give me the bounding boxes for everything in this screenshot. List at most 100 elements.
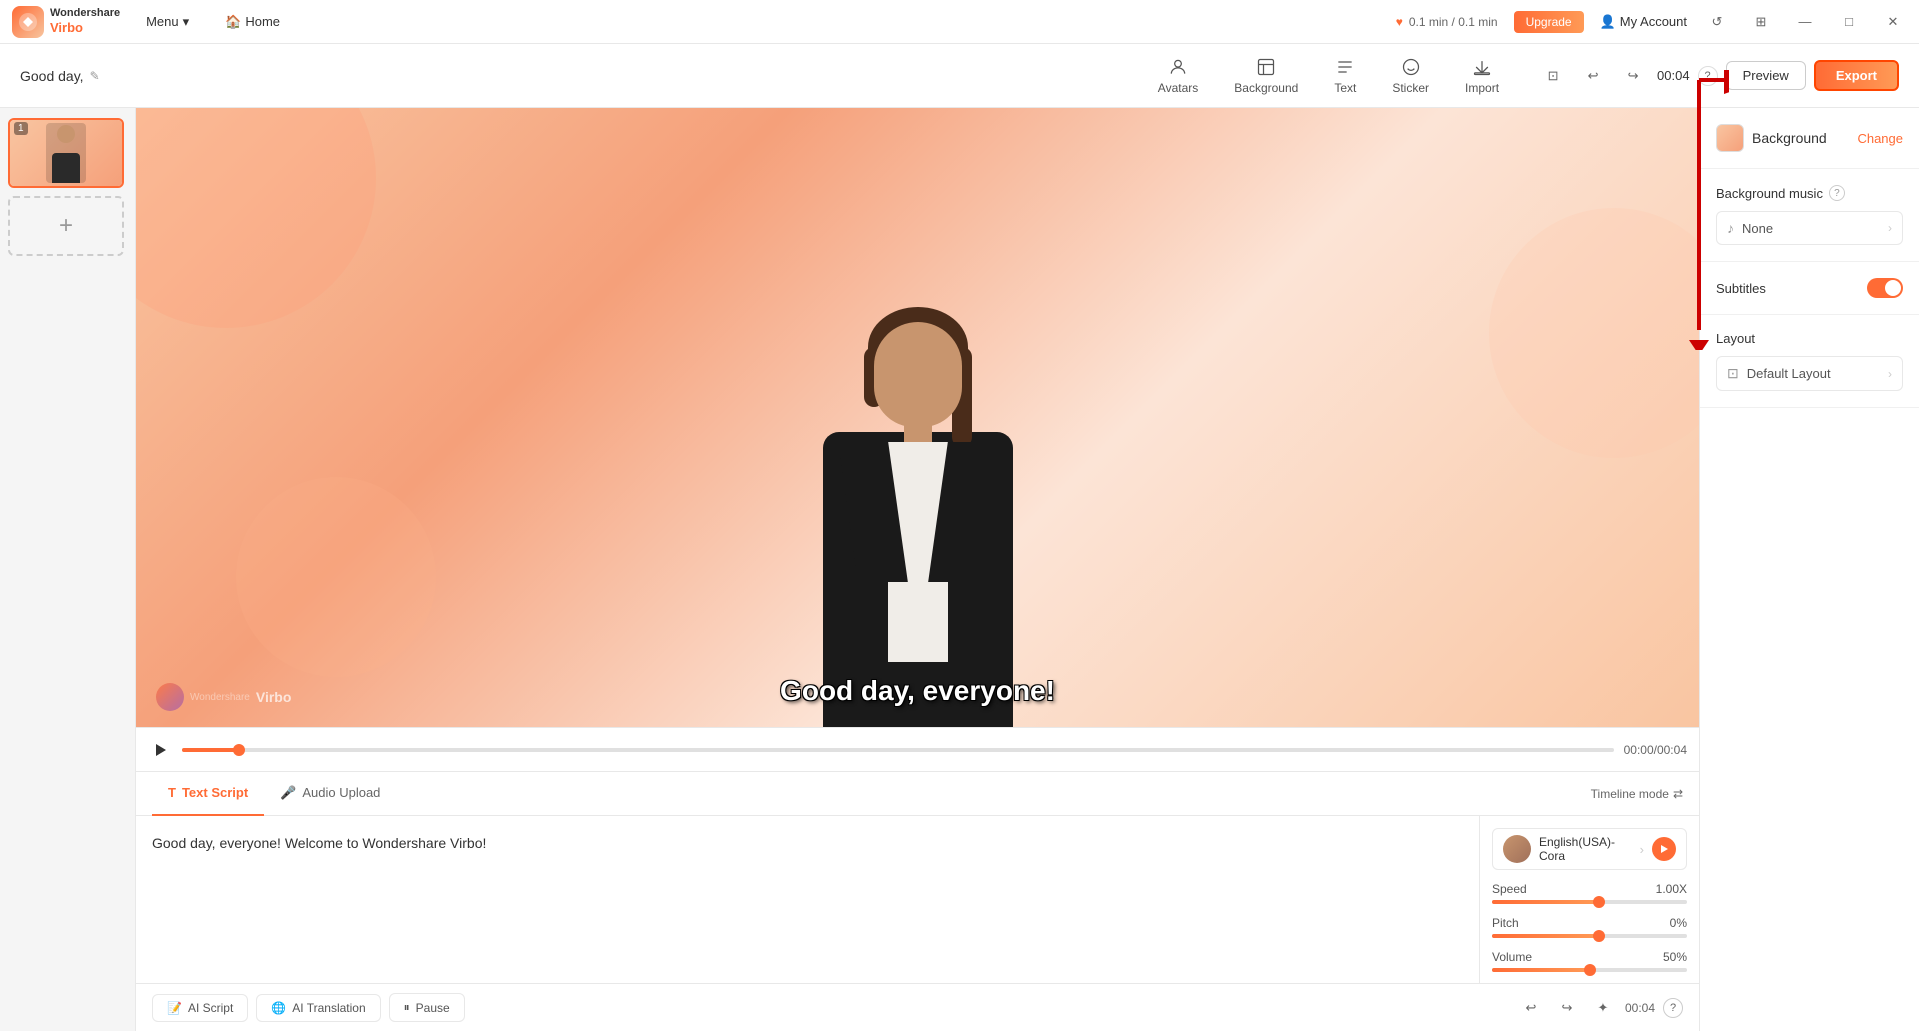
timeline-thumb[interactable] xyxy=(233,744,245,756)
avatars-button[interactable]: Avatars xyxy=(1140,51,1216,101)
undo-icon[interactable]: ↩ xyxy=(1577,60,1609,92)
text-button[interactable]: Text xyxy=(1316,51,1374,101)
right-panel: Background Change Background music ? ♪ N… xyxy=(1699,108,1919,1031)
speed-fill xyxy=(1492,900,1599,904)
top-nav: Wondershare Virbo Menu ▾ 🏠 Home ♥ 0.1 mi… xyxy=(0,0,1919,44)
bg-music-label: Background music xyxy=(1716,186,1823,201)
bottom-toolbar: 📝 AI Script 🌐 AI Translation ⏸ Pause ↩ ↪… xyxy=(136,983,1699,1031)
background-title: Background xyxy=(1752,130,1849,146)
close-icon[interactable]: ✕ xyxy=(1879,8,1907,36)
subtitles-toggle-row: Subtitles xyxy=(1716,278,1903,298)
script-help-icon[interactable]: ? xyxy=(1663,998,1683,1018)
watermark: Wondershare Virbo xyxy=(156,683,291,711)
pitch-thumb[interactable] xyxy=(1593,930,1605,942)
voice-panel: English(USA)-Cora › Speed 1.00X xyxy=(1479,816,1699,983)
tab-audio-upload[interactable]: 🎤 Audio Upload xyxy=(264,772,396,816)
watermark-text: Virbo xyxy=(256,689,292,705)
pause-button[interactable]: ⏸ Pause xyxy=(389,993,465,1022)
history-icon[interactable]: ↺ xyxy=(1703,8,1731,36)
voice-next-icon: › xyxy=(1640,842,1644,857)
home-button[interactable]: 🏠 Home xyxy=(215,10,290,34)
video-canvas: Good day, everyone! Wondershare Virbo xyxy=(136,108,1699,727)
ai-translation-button[interactable]: 🌐 AI Translation xyxy=(256,994,380,1022)
voice-name: English(USA)-Cora xyxy=(1539,835,1632,863)
speed-thumb[interactable] xyxy=(1593,896,1605,908)
watermark-brand: Wondershare xyxy=(190,692,250,703)
volume-thumb[interactable] xyxy=(1584,964,1596,976)
bg-decoration-1 xyxy=(136,108,376,328)
speed-slider[interactable] xyxy=(1492,900,1687,904)
layout-selector[interactable]: ⊡ Default Layout › xyxy=(1716,356,1903,391)
app-logo: Wondershare Virbo xyxy=(12,6,120,38)
volume-slider-row: Volume 50% xyxy=(1492,950,1687,972)
project-title: Good day, ✎ xyxy=(20,68,100,84)
avatar-figure xyxy=(788,307,1048,727)
background-color-swatch[interactable] xyxy=(1716,124,1744,152)
change-button[interactable]: Change xyxy=(1857,131,1903,146)
logo-text: Wondershare Virbo xyxy=(50,6,120,37)
my-account-button[interactable]: 👤 My Account xyxy=(1600,14,1687,30)
upgrade-button[interactable]: Upgrade xyxy=(1514,11,1584,33)
script-content: English(USA)-Cora › Speed 1.00X xyxy=(136,816,1699,983)
timeline-track[interactable] xyxy=(182,748,1614,752)
background-button[interactable]: Background xyxy=(1216,51,1316,101)
slides-panel: 1 + xyxy=(0,108,136,1031)
minimize-icon[interactable]: — xyxy=(1791,8,1819,36)
preview-button[interactable]: Preview xyxy=(1726,61,1806,90)
ai-script-button[interactable]: 📝 AI Script xyxy=(152,994,248,1022)
script-tabs: T Text Script 🎤 Audio Upload Timeline mo… xyxy=(136,772,1699,816)
music-name: None xyxy=(1742,221,1880,236)
add-slide-button[interactable]: + xyxy=(8,196,124,256)
grid-icon[interactable]: ⊞ xyxy=(1747,8,1775,36)
script-time-badge: 00:04 xyxy=(1625,1001,1655,1015)
menu-button[interactable]: Menu ▾ xyxy=(136,10,199,34)
voice-avatar xyxy=(1503,835,1531,863)
layout-icon: ⊡ xyxy=(1727,365,1739,382)
slide-item[interactable]: 1 xyxy=(8,118,124,188)
magic-icon[interactable]: ✦ xyxy=(1589,994,1617,1022)
bottom-right-actions: ↩ ↪ ✦ 00:04 ? xyxy=(1517,994,1683,1022)
timeline-bar: 00:00/00:04 xyxy=(136,727,1699,771)
import-button[interactable]: Import xyxy=(1447,51,1517,101)
help-icon[interactable]: ? xyxy=(1698,66,1718,86)
subtitles-toggle[interactable] xyxy=(1867,278,1903,298)
play-button[interactable] xyxy=(148,738,172,762)
music-chevron-icon: › xyxy=(1888,221,1892,235)
toolbar-tools: Avatars Background Text Sticker Import xyxy=(1140,51,1517,101)
subtitles-section: Subtitles xyxy=(1700,262,1919,315)
edit-title-icon[interactable]: ✎ xyxy=(90,69,100,83)
pitch-slider[interactable] xyxy=(1492,934,1687,938)
right-panel-header: Background Change xyxy=(1700,108,1919,169)
sticker-button[interactable]: Sticker xyxy=(1374,51,1447,101)
pitch-slider-row: Pitch 0% xyxy=(1492,916,1687,938)
fullscreen-icon[interactable]: ⊡ xyxy=(1537,60,1569,92)
canvas-script-area: Good day, everyone! Wondershare Virbo 00… xyxy=(136,108,1699,1031)
script-undo-icon[interactable]: ↩ xyxy=(1517,994,1545,1022)
logo-icon xyxy=(12,6,44,38)
timeline-mode: Timeline mode ⇄ xyxy=(1591,787,1683,801)
layout-name: Default Layout xyxy=(1747,366,1880,381)
slide-number: 1 xyxy=(14,122,28,135)
export-button[interactable]: Export xyxy=(1814,60,1899,91)
timeline-time: 00:00/00:04 xyxy=(1624,743,1687,757)
time-display: 00:04 xyxy=(1657,68,1690,83)
timeline-progress xyxy=(182,748,239,752)
voice-selector[interactable]: English(USA)-Cora › xyxy=(1492,828,1687,870)
music-selector[interactable]: ♪ None › xyxy=(1716,211,1903,245)
redo-icon[interactable]: ↪ xyxy=(1617,60,1649,92)
speed-slider-row: Speed 1.00X xyxy=(1492,882,1687,904)
maximize-icon[interactable]: □ xyxy=(1835,8,1863,36)
main-toolbar: Good day, ✎ Avatars Background Text Stic… xyxy=(0,44,1919,108)
tab-text-script[interactable]: T Text Script xyxy=(152,772,264,816)
watermark-icon xyxy=(156,683,184,711)
script-area: T Text Script 🎤 Audio Upload Timeline mo… xyxy=(136,771,1699,1031)
volume-slider[interactable] xyxy=(1492,968,1687,972)
bg-music-help-icon[interactable]: ? xyxy=(1829,185,1845,201)
subtitles-label: Subtitles xyxy=(1716,281,1766,296)
script-textarea[interactable] xyxy=(136,816,1479,983)
voice-play-button[interactable] xyxy=(1652,837,1676,861)
main-layout: 1 + xyxy=(0,108,1919,1031)
script-redo-icon[interactable]: ↪ xyxy=(1553,994,1581,1022)
subtitle-text: Good day, everyone! xyxy=(780,675,1055,707)
pitch-fill xyxy=(1492,934,1599,938)
